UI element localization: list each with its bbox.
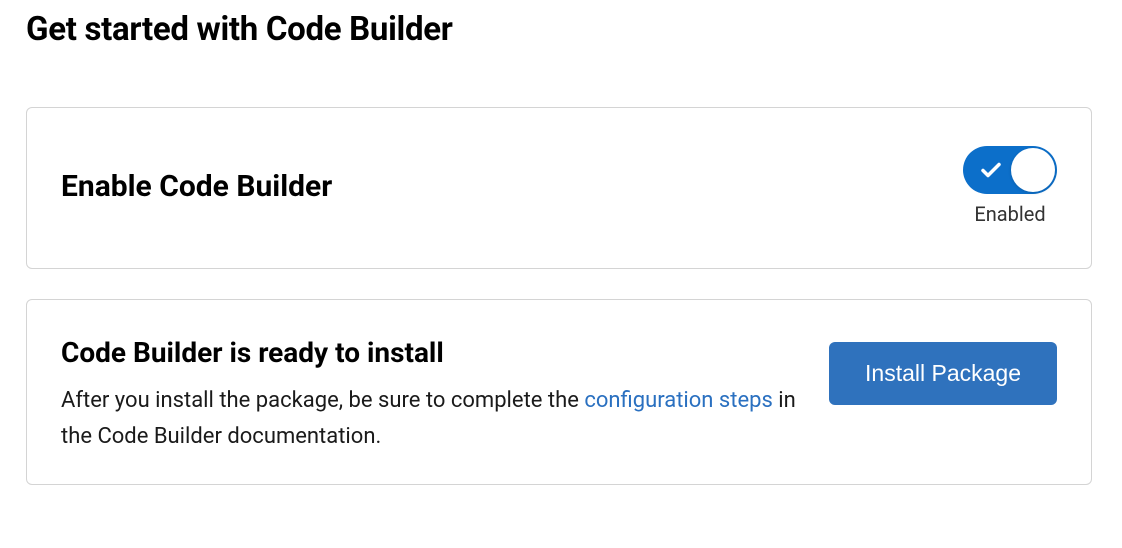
enable-card: Enable Code Builder Enabled (26, 107, 1092, 269)
install-card: Code Builder is ready to install After y… (26, 299, 1092, 485)
toggle-wrapper: Enabled (963, 146, 1057, 226)
check-icon (979, 158, 1003, 182)
toggle-knob (1011, 148, 1055, 192)
install-card-description: After you install the package, be sure t… (61, 383, 805, 456)
install-card-title: Code Builder is ready to install (61, 336, 805, 369)
install-package-button[interactable]: Install Package (829, 342, 1057, 405)
desc-text-before: After you install the package, be sure t… (61, 388, 584, 413)
page-title: Get started with Code Builder (26, 10, 1092, 49)
enable-card-title: Enable Code Builder (61, 169, 332, 204)
install-card-content: Code Builder is ready to install After y… (61, 336, 829, 456)
toggle-state-label: Enabled (974, 202, 1045, 226)
configuration-steps-link[interactable]: configuration steps (584, 388, 773, 413)
enable-toggle[interactable] (963, 146, 1057, 194)
